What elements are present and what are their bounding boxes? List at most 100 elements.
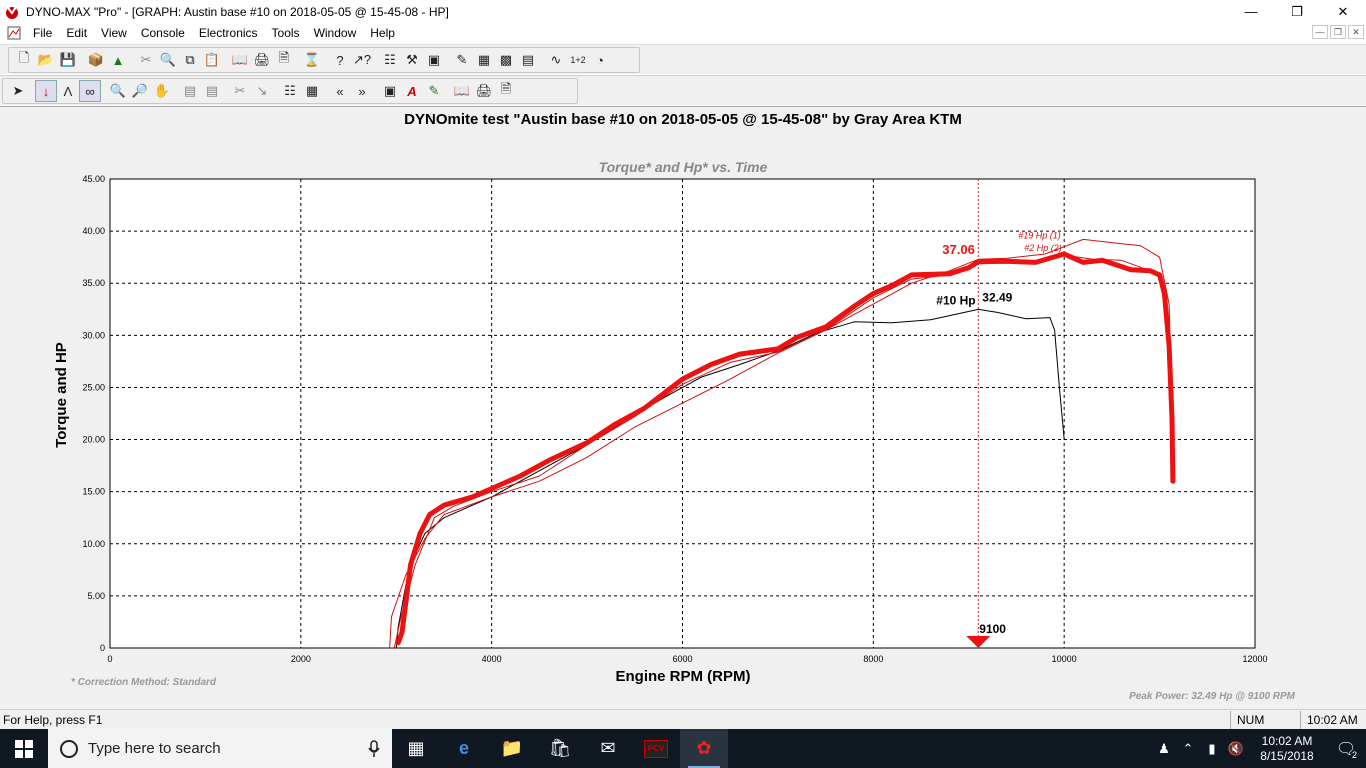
chevron-up-icon[interactable]: ⌃ [1176, 729, 1200, 768]
menu-file[interactable]: File [26, 23, 59, 43]
clock-date: 8/15/2018 [1260, 748, 1314, 763]
document-icon[interactable] [6, 25, 22, 41]
pin-icon[interactable]: ➤ [7, 80, 29, 102]
data-label: #19 Hp (1) [1018, 230, 1061, 240]
main-toolbar: 🗋 📂 💾 📦 ▲ ✂ 🔍 ⧉ 📋 📖 🖨 🗎 ⌛ ? ↗? ☷ ⚒ ▣ ✎ ▦… [0, 44, 1366, 74]
people-icon[interactable]: ♟ [1152, 729, 1176, 768]
volume-muted-icon[interactable]: 🔇 [1224, 729, 1248, 768]
menu-bar: File Edit View Console Electronics Tools… [0, 23, 1366, 43]
search-icon [60, 739, 78, 758]
previous-icon[interactable]: « [329, 80, 351, 102]
compare-icon[interactable]: 1+2 [567, 49, 589, 71]
stack-alt-icon[interactable]: ▤ [201, 80, 223, 102]
task-view-icon[interactable]: ▦ [392, 729, 440, 768]
next-icon[interactable]: » [351, 80, 373, 102]
x-tick-label: 12000 [1242, 654, 1267, 664]
y-tick-label: 45.00 [82, 174, 105, 184]
battery-icon[interactable]: ▮ [1200, 729, 1224, 768]
hourglass-icon[interactable]: ⌛ [301, 49, 323, 71]
menu-electronics[interactable]: Electronics [192, 23, 265, 43]
pan-hand-icon[interactable]: ✋ [151, 80, 173, 102]
menu-console[interactable]: Console [134, 23, 192, 43]
dyno-chart[interactable]: DYNOmite test "Austin base #10 on 2018-0… [0, 107, 1366, 710]
graph-toolbar-group: ➤ ↓ Λ ∞ 🔍 🔎 ✋ ▤ ▤ ✂ ↘ ☷ ▦ « » ▣ A ✎ 📖 🖨 … [2, 78, 578, 104]
color-graph-icon[interactable]: ✎ [423, 80, 445, 102]
main-toolbar-group: 🗋 📂 💾 📦 ▲ ✂ 🔍 ⧉ 📋 📖 🖨 🗎 ⌛ ? ↗? ☷ ⚒ ▣ ✎ ▦… [8, 47, 640, 73]
peak-icon[interactable]: Λ [57, 80, 79, 102]
open-folder-icon[interactable]: 📂 [35, 49, 57, 71]
menu-view[interactable]: View [94, 23, 134, 43]
dynomax-app-icon[interactable] [4, 4, 20, 20]
scissors-icon[interactable]: ✂ [229, 80, 251, 102]
status-time: 10:02 AM [1300, 710, 1366, 729]
context-help-icon[interactable]: ↗? [351, 49, 373, 71]
new-file-icon[interactable]: 🗋 [13, 49, 35, 71]
print-preview-icon[interactable]: 🗎 [273, 49, 295, 71]
peak-power-note: Peak Power: 32.49 Hp @ 9100 RPM [1129, 691, 1296, 702]
dynomax-taskbar-icon[interactable]: ✿ [680, 729, 728, 768]
paste-icon[interactable]: 📋 [201, 49, 223, 71]
mail-icon[interactable]: ✉ [584, 729, 632, 768]
microphone-icon[interactable] [368, 739, 380, 758]
edge-browser-icon[interactable]: e [440, 729, 488, 768]
mdi-close-button[interactable]: ✕ [1348, 25, 1364, 39]
notification-center-icon[interactable]: 🗨 2 [1326, 729, 1366, 768]
copy-icon[interactable]: ⧉ [179, 49, 201, 71]
data-label: 32.49 [982, 290, 1012, 304]
data-table-icon[interactable]: ▦ [301, 80, 323, 102]
waveform-icon[interactable]: ∿ [545, 49, 567, 71]
text-annotation-icon[interactable]: A [401, 80, 423, 102]
y-tick-label: 30.00 [82, 330, 105, 340]
menu-edit[interactable]: Edit [59, 23, 94, 43]
search-placeholder: Type here to search [88, 740, 221, 757]
graph-print-preview-icon[interactable]: 🗎 [495, 80, 517, 102]
graph-window-icon[interactable]: ▣ [379, 80, 401, 102]
save-icon[interactable]: 💾 [57, 49, 79, 71]
grid-icon[interactable]: ▩ [495, 49, 517, 71]
menu-window[interactable]: Window [307, 23, 364, 43]
monitor-icon[interactable]: ▣ [423, 49, 445, 71]
tree-icon[interactable]: ▲ [107, 49, 129, 71]
mdi-minimize-button[interactable]: — [1312, 25, 1328, 39]
graph-toolbar: ➤ ↓ Λ ∞ 🔍 🔎 ✋ ▤ ▤ ✂ ↘ ☷ ▦ « » ▣ A ✎ 📖 🖨 … [0, 75, 1366, 105]
start-button[interactable] [0, 729, 48, 768]
pcv-app-icon[interactable]: PCV [632, 729, 680, 768]
store-icon[interactable]: 🛍 [536, 729, 584, 768]
menu-help[interactable]: Help [363, 23, 402, 43]
help-icon[interactable]: ? [329, 49, 351, 71]
list-icon[interactable]: ▤ [517, 49, 539, 71]
mdi-restore-button[interactable]: ❐ [1330, 25, 1346, 39]
graph-panel[interactable]: DYNOmite test "Austin base #10 on 2018-0… [0, 106, 1366, 709]
menu-tools[interactable]: Tools [265, 23, 307, 43]
arrow-tool-icon[interactable]: ↘ [251, 80, 273, 102]
print-icon[interactable]: 🖨 [251, 49, 273, 71]
zoom-in-icon[interactable]: 🔍 [107, 80, 129, 102]
minimize-button[interactable]: — [1228, 0, 1274, 23]
x-tick-label: 2000 [291, 654, 311, 664]
zoom-out-icon[interactable]: 🔎 [129, 80, 151, 102]
stack-icon[interactable]: ▤ [179, 80, 201, 102]
config-icon[interactable]: ☷ [379, 49, 401, 71]
clock-time: 10:02 AM [1261, 733, 1313, 748]
taskbar-search-box[interactable]: Type here to search [48, 729, 392, 768]
config-graph-icon[interactable]: ☷ [279, 80, 301, 102]
y-tick-label: 15.00 [82, 487, 105, 497]
y-tick-label: 25.00 [82, 382, 105, 392]
book-icon[interactable]: 📖 [229, 49, 251, 71]
taskbar-clock[interactable]: 10:02 AM 8/15/2018 [1248, 734, 1326, 764]
find-icon[interactable]: 🔍 [157, 49, 179, 71]
report-book-icon[interactable]: 📖 [451, 80, 473, 102]
graph-settings-icon[interactable]: ✎ [451, 49, 473, 71]
glasses-icon[interactable]: ∞ [79, 80, 101, 102]
title-bar: DYNO-MAX "Pro" - [GRAPH: Austin base #10… [0, 0, 1366, 23]
vertical-cursor-icon[interactable]: ↓ [35, 80, 57, 102]
close-button[interactable]: ✕ [1320, 0, 1366, 23]
table-icon[interactable]: ▦ [473, 49, 495, 71]
import-icon[interactable]: 📦 [85, 49, 107, 71]
graph-print-icon[interactable]: 🖨 [473, 80, 495, 102]
gauge-icon[interactable]: ◔ [589, 49, 611, 71]
cut-icon[interactable]: ✂ [135, 49, 157, 71]
file-explorer-icon[interactable]: 📁 [488, 729, 536, 768]
maximize-button[interactable]: ❐ [1274, 0, 1320, 23]
tools-icon[interactable]: ⚒ [401, 49, 423, 71]
